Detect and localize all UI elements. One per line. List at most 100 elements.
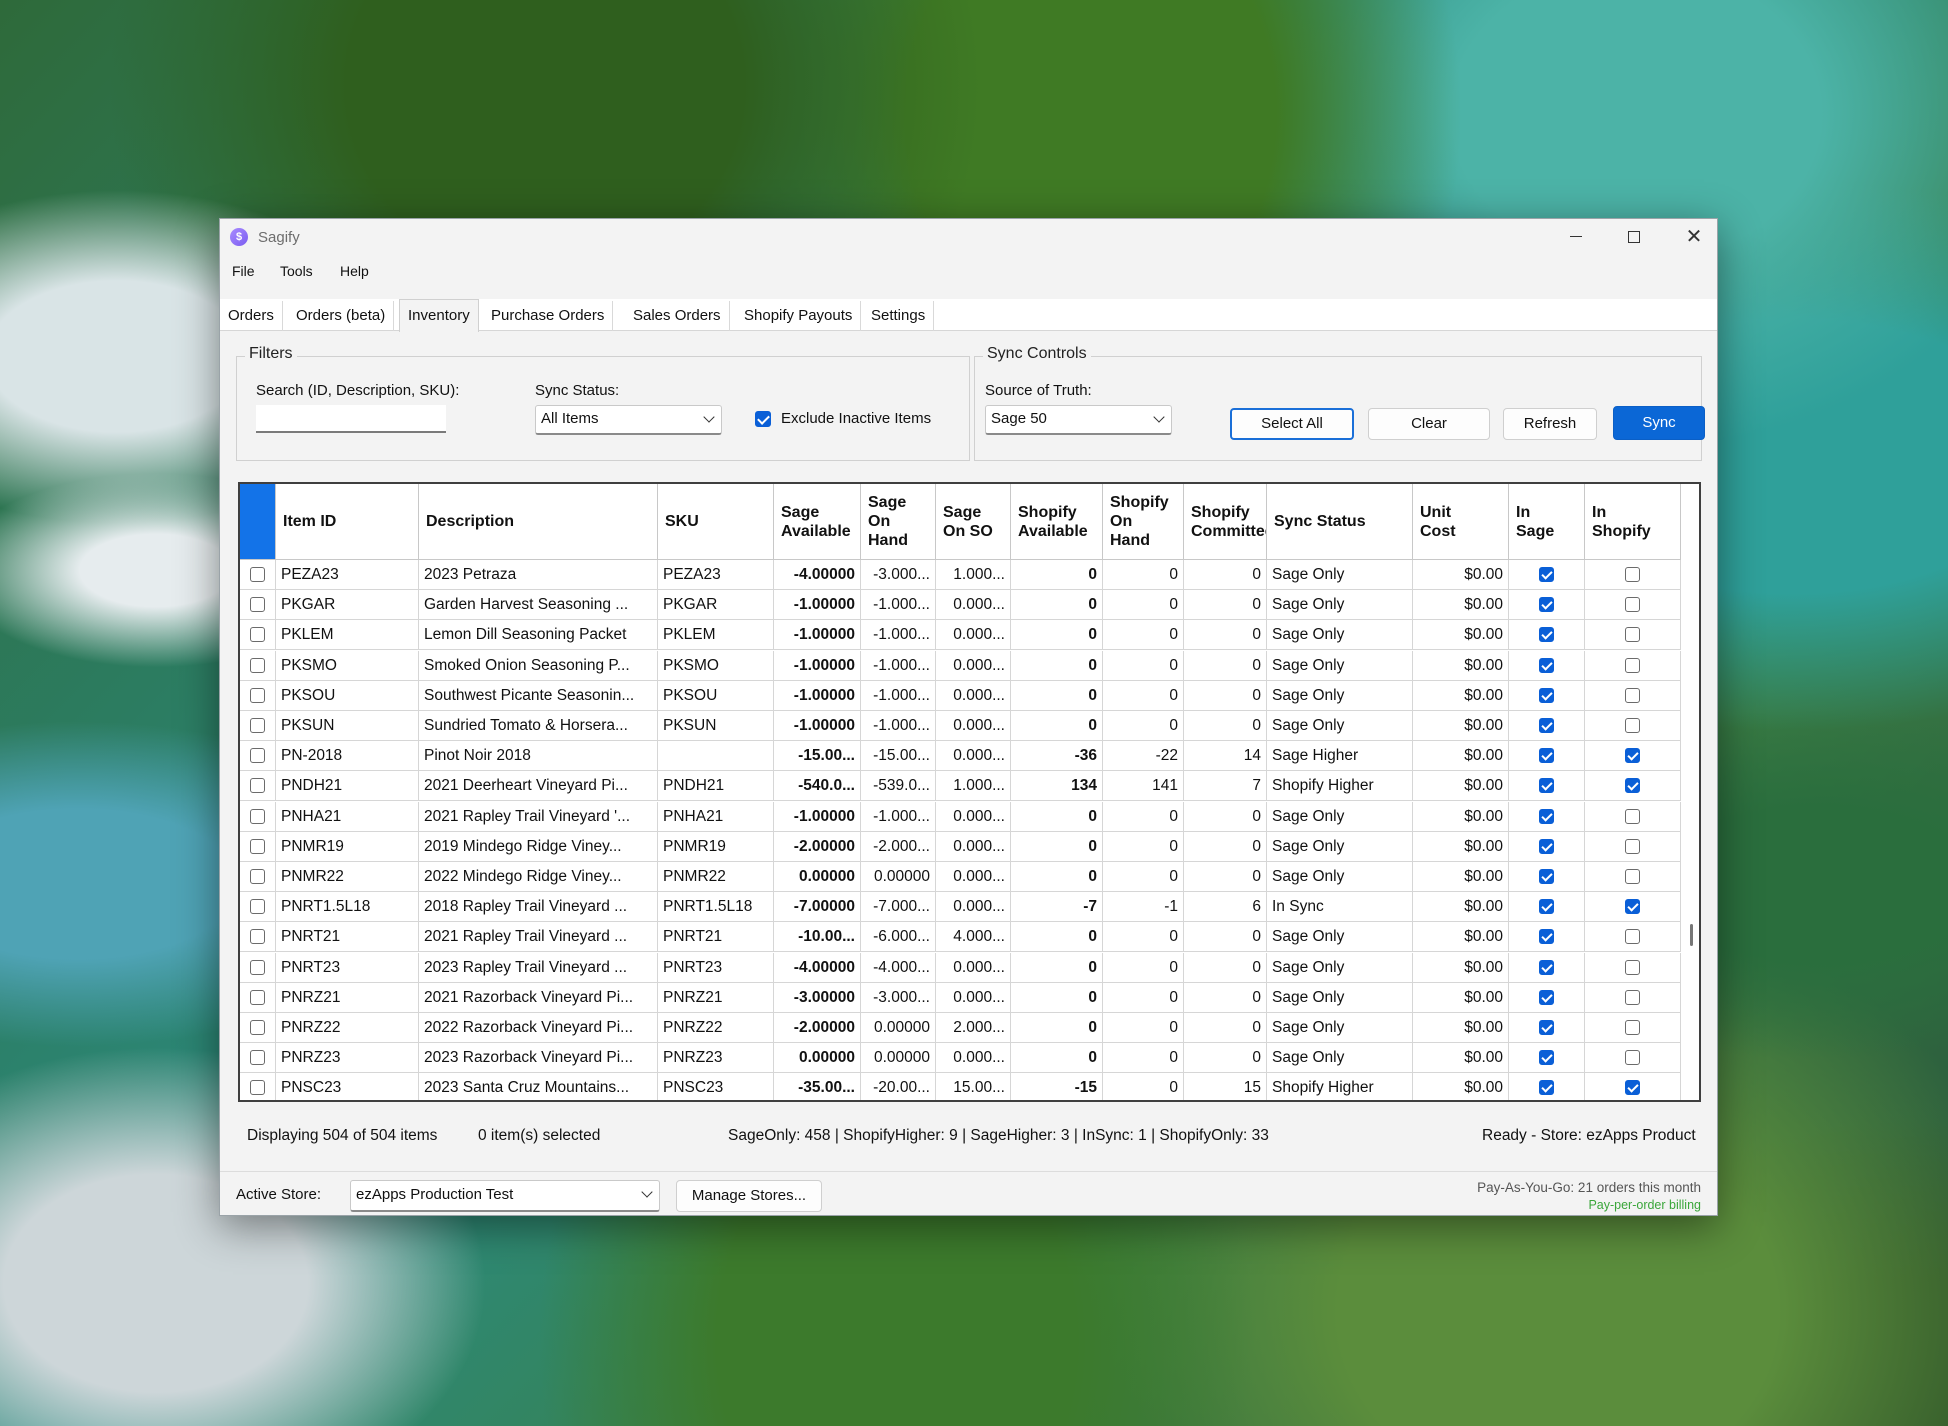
row-select-checkbox[interactable] (249, 929, 265, 945)
table-row[interactable]: PNMR19 2019 Mindego Ridge Viney... PNMR19-… (240, 831, 1681, 862)
table-row[interactable]: PKGAR Garden Harvest Seasoning ... PKGAR -1… (240, 590, 1681, 621)
in-sage-checkbox[interactable] (1538, 899, 1554, 915)
in-sage-checkbox[interactable] (1538, 959, 1554, 975)
source-of-truth-select[interactable]: Sage 50 (985, 405, 1172, 435)
inventory-grid[interactable]: Item ID Description SKU Sage Available Sage … (238, 482, 1701, 1102)
in-shopify-checkbox[interactable] (1624, 808, 1640, 824)
header-shopify-available[interactable]: Shopify Available (1011, 484, 1103, 560)
in-shopify-checkbox[interactable] (1624, 989, 1640, 1005)
table-row[interactable]: PNRZ22 2022 Razorback Vineyard Pi... PNRZ2… (240, 1013, 1681, 1043)
table-row[interactable]: PNHA21 2021 Rapley Trail Vineyard '... PNH… (240, 801, 1681, 832)
menu-tools[interactable]: Tools (272, 255, 321, 287)
table-row[interactable]: PNRZ21 2021 Razorback Vineyard Pi... PNRZ2… (240, 982, 1681, 1013)
in-sage-checkbox[interactable] (1538, 627, 1554, 643)
tab-sales-orders[interactable]: Sales Orders (625, 301, 730, 331)
header-in-sage[interactable]: In Sage (1509, 484, 1585, 560)
tab-orders[interactable]: Orders (220, 301, 283, 331)
in-sage-checkbox[interactable] (1538, 687, 1554, 703)
in-shopify-checkbox[interactable] (1624, 567, 1640, 582)
close-button[interactable]: ✕ (1671, 223, 1717, 251)
in-sage-checkbox[interactable] (1538, 657, 1554, 673)
clear-button[interactable]: Clear (1368, 408, 1490, 440)
header-sku[interactable]: SKU (658, 484, 774, 560)
tab-settings[interactable]: Settings (863, 301, 935, 331)
table-row[interactable]: PNRT21 2021 Rapley Trail Vineyard ... PNRT… (240, 922, 1681, 953)
select-all-button[interactable]: Select All (1230, 408, 1354, 440)
in-shopify-checkbox[interactable] (1624, 748, 1640, 764)
row-select-checkbox[interactable] (249, 748, 265, 764)
active-store-select[interactable]: ezApps Production Test (350, 1180, 660, 1212)
table-row[interactable]: PNRT23 2023 Rapley Trail Vineyard ... PNRT… (240, 952, 1681, 983)
in-sage-checkbox[interactable] (1538, 869, 1554, 884)
in-sage-checkbox[interactable] (1538, 748, 1554, 764)
table-row[interactable]: PNRZ23 2023 Razorback Vineyard Pi... PNRZ2… (240, 1043, 1681, 1074)
in-sage-checkbox[interactable] (1538, 989, 1554, 1005)
header-unit-cost[interactable]: Unit Cost (1413, 484, 1509, 560)
row-select-checkbox[interactable] (249, 778, 265, 794)
row-select-checkbox[interactable] (249, 687, 265, 703)
header-description[interactable]: Description (419, 484, 658, 560)
row-select-checkbox[interactable] (249, 627, 265, 643)
table-row[interactable]: PNMR22 2022 Mindego Ridge Viney... PNMR22 0… (240, 862, 1681, 892)
row-select-checkbox[interactable] (249, 657, 265, 673)
search-input[interactable] (256, 405, 446, 433)
row-select-checkbox[interactable] (249, 989, 265, 1005)
in-sage-checkbox[interactable] (1538, 718, 1554, 733)
row-select-checkbox[interactable] (249, 1020, 265, 1035)
table-row[interactable]: PNRT1.5L18 2018 Rapley Trail Vineyard ...… (240, 892, 1681, 923)
in-shopify-checkbox[interactable] (1624, 838, 1640, 854)
minimize-button[interactable] (1553, 223, 1599, 251)
in-shopify-checkbox[interactable] (1624, 597, 1640, 613)
row-select-checkbox[interactable] (249, 838, 265, 854)
table-row[interactable]: PKSMO Smoked Onion Seasoning P... PKSMO -1.… (240, 650, 1681, 681)
table-row[interactable]: PKSOU Southwest Picante Seasonin... PKSOU -… (240, 680, 1681, 711)
in-sage-checkbox[interactable] (1538, 1080, 1554, 1096)
in-shopify-checkbox[interactable] (1624, 869, 1640, 884)
header-item-id[interactable]: Item ID (276, 484, 419, 560)
exclude-inactive-checkbox[interactable] (755, 411, 771, 427)
manage-stores-button[interactable]: Manage Stores... (676, 1180, 822, 1212)
table-row[interactable]: PNSC23 2023 Santa Cruz Mountains... PNSC23… (240, 1073, 1681, 1100)
header-sage-available[interactable]: Sage Available (774, 484, 861, 560)
tab-inventory[interactable]: Inventory (399, 299, 479, 332)
header-sage-on-so[interactable]: Sage On SO (936, 484, 1011, 560)
menu-help[interactable]: Help (332, 255, 377, 287)
in-shopify-checkbox[interactable] (1624, 899, 1640, 915)
sync-button[interactable]: Sync (1613, 406, 1705, 440)
tab-shopify-payouts[interactable]: Shopify Payouts (736, 301, 862, 331)
in-sage-checkbox[interactable] (1538, 929, 1554, 945)
vertical-scrollbar[interactable] (1690, 924, 1693, 946)
table-row[interactable]: PN-2018 Pinot Noir 2018 -15.00... -15.00...… (240, 741, 1681, 772)
in-shopify-checkbox[interactable] (1624, 657, 1640, 673)
header-sage-on-hand[interactable]: Sage On Hand (861, 484, 936, 560)
in-shopify-checkbox[interactable] (1624, 687, 1640, 703)
row-select-checkbox[interactable] (249, 959, 265, 975)
in-sage-checkbox[interactable] (1538, 567, 1554, 582)
in-shopify-checkbox[interactable] (1624, 1020, 1640, 1035)
row-select-checkbox[interactable] (249, 899, 265, 915)
in-sage-checkbox[interactable] (1538, 808, 1554, 824)
title-bar[interactable]: $ Sagify ✕ (220, 219, 1717, 255)
table-row[interactable]: PKLEM Lemon Dill Seasoning Packet PKLEM -1.… (240, 620, 1681, 651)
row-select-checkbox[interactable] (249, 718, 265, 733)
tab-orders-beta[interactable]: Orders (beta) (288, 301, 395, 331)
in-shopify-checkbox[interactable] (1624, 627, 1640, 643)
table-row[interactable]: PKSUN Sundried Tomato & Horsera... PKSUN -1… (240, 711, 1681, 741)
header-in-shopify[interactable]: In Shopify (1585, 484, 1681, 560)
row-select-checkbox[interactable] (249, 1050, 265, 1066)
table-row[interactable]: PEZA23 2023 Petraza PEZA23 -4.00000 -3.000..… (240, 560, 1681, 590)
in-sage-checkbox[interactable] (1538, 778, 1554, 794)
header-select[interactable] (240, 484, 276, 560)
sync-status-select[interactable]: All Items (535, 405, 722, 435)
in-shopify-checkbox[interactable] (1624, 929, 1640, 945)
in-sage-checkbox[interactable] (1538, 838, 1554, 854)
menu-file[interactable]: File (224, 255, 263, 287)
refresh-button[interactable]: Refresh (1503, 408, 1597, 440)
row-select-checkbox[interactable] (249, 869, 265, 884)
maximize-button[interactable] (1611, 223, 1657, 251)
in-sage-checkbox[interactable] (1538, 1020, 1554, 1035)
header-shopify-on-hand[interactable]: Shopify On Hand (1103, 484, 1184, 560)
in-shopify-checkbox[interactable] (1624, 778, 1640, 794)
tab-purchase-orders[interactable]: Purchase Orders (483, 301, 614, 331)
header-sync-status[interactable]: Sync Status (1267, 484, 1413, 560)
